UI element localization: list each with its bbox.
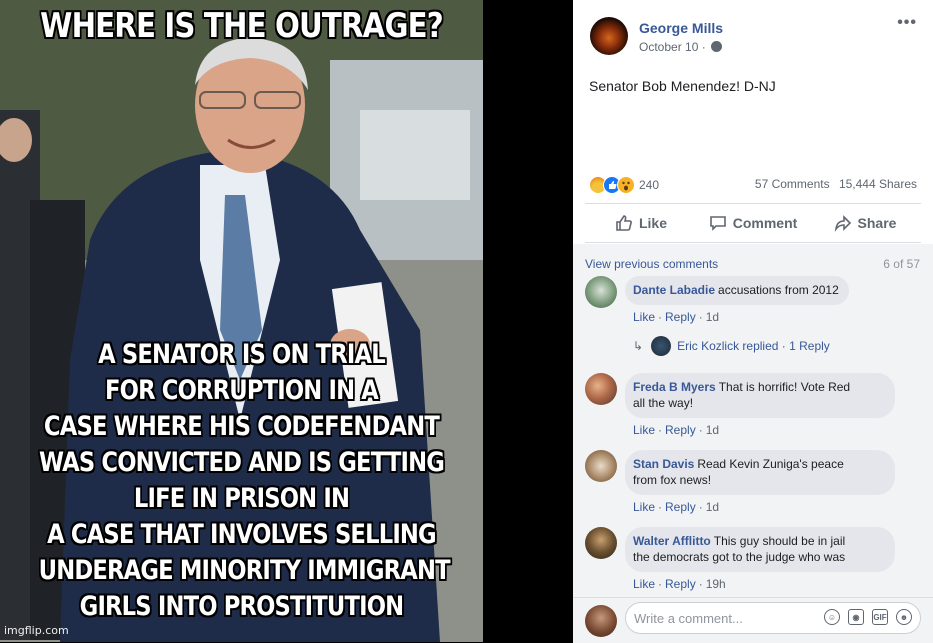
globe-icon <box>711 41 723 52</box>
comment-actions: Like · Reply · 1d <box>633 310 720 324</box>
comment-text: accusations from 2012 <box>718 283 839 297</box>
meme-line: LIFE IN PRISON IN <box>133 483 350 514</box>
comment-like-link[interactable]: Like <box>633 500 655 514</box>
comment-text: That is horrific! Vote Red <box>718 380 851 394</box>
current-user-avatar <box>585 605 617 637</box>
comment-bubble: Stan Davis Read Kevin Zuniga's peace from… <box>625 450 895 495</box>
author-avatar[interactable] <box>590 17 628 55</box>
commenter-name[interactable]: Walter Afflitto <box>633 534 711 548</box>
watermark: imgflip.com <box>4 624 69 637</box>
meme-line: A SENATOR IS ON TRIAL <box>98 339 386 370</box>
post-date[interactable]: October 10 · <box>639 40 709 54</box>
commenter-name[interactable]: Freda B Myers <box>633 380 716 394</box>
commenter-avatar[interactable] <box>585 373 617 405</box>
author-name[interactable]: George Mills <box>639 20 723 36</box>
comment-bubble-icon <box>709 216 726 231</box>
post-timestamp[interactable]: October 10 · <box>639 40 723 54</box>
comment-button[interactable]: Comment <box>697 208 809 238</box>
comment-text: Read Kevin Zuniga's peace <box>697 457 844 471</box>
comment-tools: ☺ ◉ GIF ☻ <box>824 609 912 625</box>
comment-like-link[interactable]: Like <box>633 577 655 591</box>
view-previous-comments-link[interactable]: View previous comments <box>585 257 718 271</box>
gif-icon[interactable]: GIF <box>872 609 888 625</box>
thumbs-up-icon <box>616 215 632 231</box>
comment-actions: Like · Reply · 1d <box>633 423 720 437</box>
comment-like-link[interactable]: Like <box>633 310 655 324</box>
commenter-avatar[interactable] <box>585 527 617 559</box>
meme-line: GIRLS INTO PROSTITUTION <box>79 591 404 622</box>
meme-line: CASE WHERE HIS CODEFENDANT <box>43 411 440 442</box>
comment-bubble: Freda B Myers That is horrific! Vote Red … <box>625 373 895 418</box>
like-label: Like <box>638 215 667 231</box>
wow-reaction-icon <box>617 176 635 194</box>
comments-section: View previous comments 6 of 57 Dante Lab… <box>573 244 933 597</box>
replies-summary[interactable]: Eric Kozlick replied · 1 Reply <box>677 339 830 353</box>
meme-line: UNDERAGE MINORITY IMMIGRANT <box>38 555 451 586</box>
replies-link[interactable]: ↳ Eric Kozlick replied · 1 Reply <box>633 336 830 356</box>
sticker-icon[interactable]: ☻ <box>896 609 912 625</box>
comment-text-cont: from fox news! <box>633 473 712 487</box>
comment-bubble: Dante Labadie accusations from 2012 <box>625 276 849 305</box>
camera-icon[interactable]: ◉ <box>848 609 864 625</box>
comment-text-cont: all the way! <box>633 396 694 410</box>
commenter-name[interactable]: Dante Labadie <box>633 283 715 297</box>
like-button[interactable]: Like <box>585 208 697 238</box>
comment-text: This guy should be in jail <box>713 534 846 548</box>
more-options-icon[interactable]: ••• <box>897 14 917 32</box>
commenter-avatar[interactable] <box>585 450 617 482</box>
comment-reply-link[interactable]: Reply <box>665 423 696 437</box>
post-actions: Like Comment Share <box>585 208 921 238</box>
comment-bubble: Walter Afflitto This guy should be in jai… <box>625 527 895 572</box>
comment-actions: Like · Reply · 1d <box>633 500 720 514</box>
post-image[interactable]: WHERE IS THE OUTRAGE? A SENATOR IS ON TR… <box>0 0 483 642</box>
reactions-summary[interactable]: 240 <box>589 176 659 194</box>
meme-top-text: WHERE IS THE OUTRAGE? <box>40 6 443 46</box>
shares-count-link[interactable]: 15,444 Shares <box>839 177 917 191</box>
comment-placeholder: Write a comment... <box>634 611 743 626</box>
comment-time[interactable]: 1d <box>706 500 719 514</box>
comment-reply-link[interactable]: Reply <box>665 500 696 514</box>
comment-like-link[interactable]: Like <box>633 423 655 437</box>
meme-line: WAS CONVICTED AND IS GETTING <box>38 447 445 478</box>
comment-input[interactable]: Write a comment... ☺ ◉ GIF ☻ <box>625 602 921 634</box>
post-panel: George Mills October 10 · ••• Senator Bo… <box>573 0 933 643</box>
replier-avatar <box>651 336 672 356</box>
comment-time[interactable]: 1d <box>706 423 719 437</box>
engagement-counts: 57 Comments 15,444 Shares <box>749 177 917 191</box>
post-header: George Mills October 10 · ••• <box>573 0 933 70</box>
comments-count-link[interactable]: 57 Comments <box>755 177 830 191</box>
reaction-count[interactable]: 240 <box>639 178 659 192</box>
commenter-name[interactable]: Stan Davis <box>633 457 694 471</box>
write-comment-bar: Write a comment... ☺ ◉ GIF ☻ <box>573 597 933 643</box>
comments-position: 6 of 57 <box>883 257 920 271</box>
share-arrow-icon <box>834 215 851 232</box>
commenter-avatar[interactable] <box>585 276 617 308</box>
meme-line: A CASE THAT INVOLVES SELLING <box>47 519 437 550</box>
share-label: Share <box>857 215 897 231</box>
reply-arrow-icon: ↳ <box>633 339 644 353</box>
comment-time[interactable]: 19h <box>706 577 726 591</box>
divider <box>585 242 921 243</box>
post-text: Senator Bob Menendez! D-NJ <box>589 78 776 94</box>
meme-line: FOR CORRUPTION IN A <box>105 375 379 406</box>
comment-reply-link[interactable]: Reply <box>665 310 696 324</box>
comment-reply-link[interactable]: Reply <box>665 577 696 591</box>
comment-text-cont: the democrats got to the judge who was <box>633 550 846 564</box>
comment-actions: Like · Reply · 19h <box>633 577 726 591</box>
divider <box>585 203 921 204</box>
emoji-icon[interactable]: ☺ <box>824 609 840 625</box>
meme-bottom-text: A SENATOR IS ON TRIAL FOR CORRUPTION IN … <box>38 337 451 625</box>
share-button[interactable]: Share <box>809 208 921 238</box>
comment-time[interactable]: 1d <box>706 310 719 324</box>
comment-label: Comment <box>732 215 798 231</box>
